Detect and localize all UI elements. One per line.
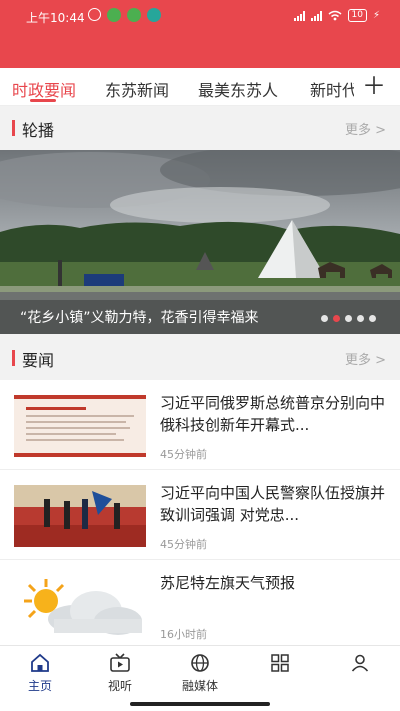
app-notification-icon	[147, 8, 161, 22]
alarm-icon	[88, 8, 101, 21]
status-bar: 上午10:44 10 ⚡	[0, 0, 400, 68]
carousel-dot[interactable]	[369, 315, 376, 322]
user-icon	[351, 654, 369, 672]
section-marker	[12, 350, 15, 366]
news-thumbnail	[14, 395, 146, 457]
news-item[interactable]: 苏尼特左旗天气预报 16小时前	[0, 560, 400, 650]
tab-best-dongsu-people[interactable]: 最美东苏人	[198, 77, 278, 101]
tab-new-era[interactable]: 新时代	[310, 77, 358, 101]
section-title: 轮播	[22, 121, 55, 140]
news-thumbnail	[14, 485, 146, 547]
nav-home[interactable]: 主页	[10, 652, 70, 694]
channel-tabs: 时政要闻 东苏新闻 最美东苏人 新时代	[0, 68, 400, 106]
charging-icon: ⚡	[372, 10, 380, 21]
nav-label: 融媒体	[181, 679, 218, 693]
plus-icon[interactable]: ＋	[354, 74, 386, 98]
news-thumbnail	[14, 575, 146, 637]
news-title: 习近平同俄罗斯总统普京分别向中俄科技创新年开幕式...	[160, 394, 386, 434]
app-notification-icon	[107, 8, 121, 22]
wifi-icon	[328, 10, 341, 21]
carousel-dot[interactable]	[333, 315, 340, 322]
more-link[interactable]: 更多 >	[345, 349, 386, 368]
signal-icon	[293, 10, 305, 21]
nav-label: 视听	[107, 679, 132, 693]
news-item[interactable]: 习近平同俄罗斯总统普京分别向中俄科技创新年开幕式... 45分钟前	[0, 380, 400, 470]
nav-profile[interactable]	[330, 652, 390, 677]
news-item[interactable]: 习近平向中国人民警察队伍授旗并致训词强调 对党忠... 45分钟前	[0, 470, 400, 560]
tab-dongsu-news[interactable]: 东苏新闻	[105, 77, 169, 101]
news-title: 苏尼特左旗天气预报	[160, 574, 296, 592]
active-tab-indicator	[30, 99, 56, 102]
system-indicators: 10 ⚡	[293, 9, 380, 22]
grid-icon	[271, 654, 289, 672]
news-section-header: 要闻 更多 >	[0, 336, 400, 380]
nav-audio-video[interactable]: 视听	[90, 652, 150, 694]
carousel-section-header: 轮播 更多 >	[0, 106, 400, 150]
tab-shizheng[interactable]: 时政要闻	[12, 77, 76, 101]
home-icon	[31, 653, 49, 672]
globe-icon	[191, 654, 209, 672]
news-title: 习近平向中国人民警察队伍授旗并致训词强调 对党忠...	[160, 484, 386, 524]
signal-icon	[310, 10, 322, 21]
carousel-dot[interactable]	[345, 315, 352, 322]
more-link[interactable]: 更多 >	[345, 119, 386, 138]
news-time: 45分钟前	[160, 538, 207, 551]
carousel-dot[interactable]	[321, 315, 328, 322]
app-notification-icon	[127, 8, 141, 22]
section-marker	[12, 120, 15, 136]
status-time: 上午10:44	[26, 11, 85, 25]
nav-services[interactable]	[250, 652, 310, 677]
carousel-dot[interactable]	[357, 315, 364, 322]
nav-media[interactable]: 融媒体	[170, 652, 230, 694]
tv-icon	[110, 653, 130, 672]
carousel-pagination	[321, 315, 376, 322]
news-list: 习近平同俄罗斯总统普京分别向中俄科技创新年开幕式... 45分钟前 习近平向中国…	[0, 380, 400, 650]
home-indicator	[130, 702, 270, 706]
nav-label: 主页	[27, 679, 52, 693]
news-time: 16小时前	[160, 628, 207, 641]
carousel-caption: “花乡小镇”义勒力特，花香引得幸福来	[20, 310, 259, 326]
battery-indicator: 10	[347, 9, 367, 22]
notification-icons	[88, 8, 161, 22]
news-time: 45分钟前	[160, 448, 207, 461]
section-title: 要闻	[22, 351, 55, 370]
carousel-banner[interactable]: “花乡小镇”义勒力特，花香引得幸福来	[0, 150, 400, 334]
